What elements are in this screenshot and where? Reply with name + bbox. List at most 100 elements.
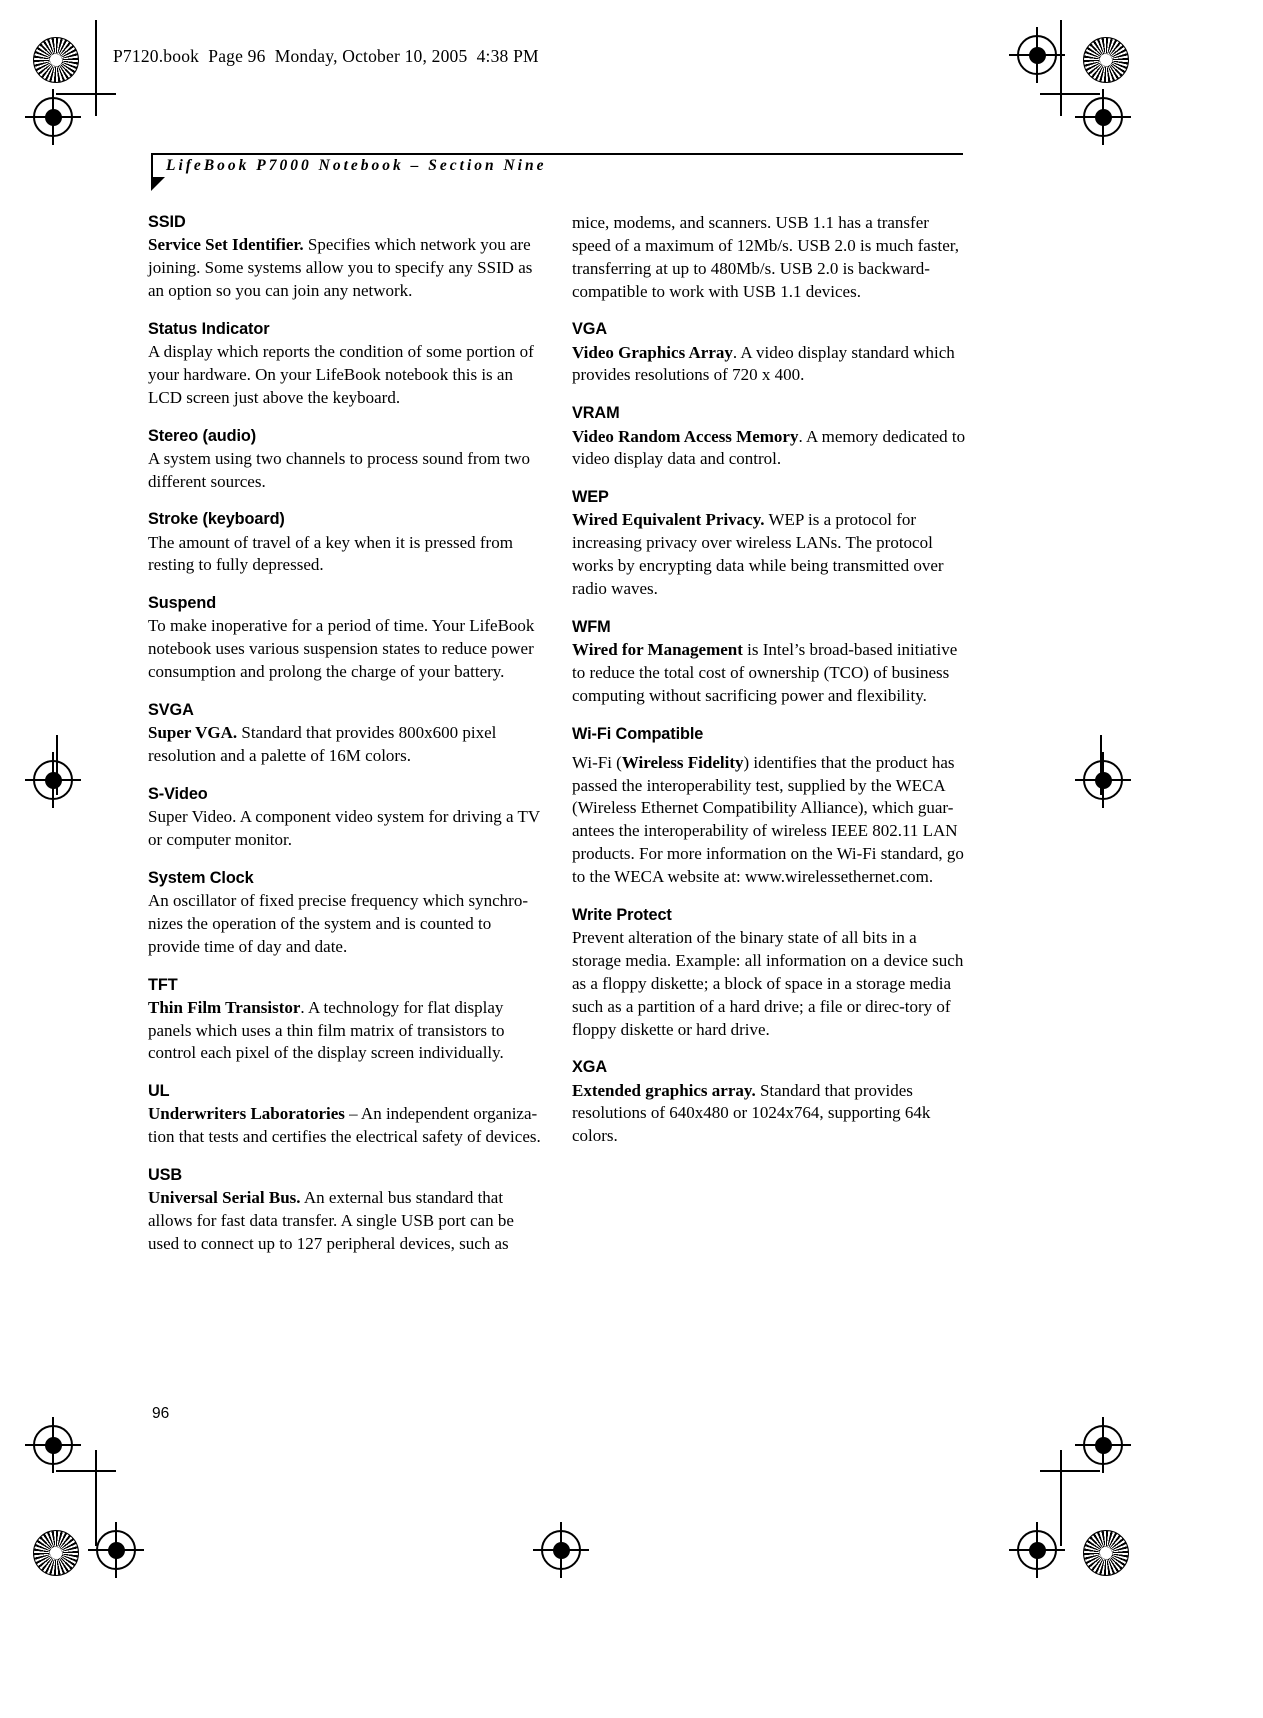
glossary-entry: TFT Thin Film Transistor. A technology fo… xyxy=(148,975,542,1066)
glossary-definition: Prevent alteration of the binary state o… xyxy=(572,928,964,1039)
glossary-definition-lead: Wired Equivalent Privacy. xyxy=(572,510,765,530)
registration-target-right-upper xyxy=(1075,89,1131,145)
glossary-column-left: SSID Service Set Identifier. Specifies wh… xyxy=(148,212,542,1256)
running-head-flag-icon xyxy=(151,177,165,191)
glossary-definition: Wired for Management is Intel’s broad-ba… xyxy=(572,640,958,705)
page-number: 96 xyxy=(152,1405,170,1422)
crop-mark-left-horizontal-top xyxy=(56,93,116,95)
glossary-term: System Clock xyxy=(148,868,254,887)
glossary-term: SVGA xyxy=(148,701,194,720)
registration-target-right-middle xyxy=(1075,752,1131,808)
glossary-definition: Video Random Access Memory. A memory ded… xyxy=(572,426,966,469)
star-burst-mark-bottom-right xyxy=(1083,1530,1129,1576)
registration-target-right-lower xyxy=(1075,1417,1131,1473)
glossary-term: Stroke (keyboard) xyxy=(148,510,285,529)
crop-mark-right-vertical-bottom xyxy=(1060,1450,1062,1546)
star-burst-mark-top-right xyxy=(1083,37,1129,83)
registration-target-left-upper xyxy=(25,89,81,145)
glossary-entry: Suspend To make inoperative for a period … xyxy=(148,593,542,684)
glossary-entry: VRAM Video Random Access Memory. A memory… xyxy=(572,403,966,471)
glossary-term: WFM xyxy=(572,617,611,636)
glossary-definition: Super Video. A component video system fo… xyxy=(148,807,540,849)
glossary-definition-lead: Universal Serial Bus. xyxy=(148,1188,301,1208)
star-burst-mark-top-left xyxy=(33,37,79,83)
glossary-entry: SVGA Super VGA. Standard that provides 80… xyxy=(148,700,542,768)
registration-target-left-middle xyxy=(25,752,81,808)
registration-target-bottom-left xyxy=(88,1522,144,1578)
glossary-entry: Write Protect Prevent alteration of the b… xyxy=(572,905,966,1041)
glossary-column-right: mice, modems, and scanners. USB 1.1 has … xyxy=(572,212,966,1256)
glossary-definition: To make inoperative for a period of time… xyxy=(148,616,535,682)
crop-mark-right-horizontal-top xyxy=(1040,93,1100,95)
glossary-definition-lead: Video Graphics Array xyxy=(572,342,733,362)
glossary-entry: Stroke (keyboard) The amount of travel of… xyxy=(148,509,542,577)
crop-mark-left-vertical-middle xyxy=(56,735,58,795)
glossary-definition: Thin Film Transistor. A technology for f… xyxy=(148,997,505,1063)
star-burst-mark-bottom-left xyxy=(33,1530,79,1576)
glossary-definition: Wi-Fi (Wireless Fidelity) identifies tha… xyxy=(572,752,964,887)
glossary-definition-lead: Video Random Access Memory xyxy=(572,426,799,446)
crop-mark-left-horizontal-bottom xyxy=(56,1470,116,1472)
glossary-definition-lead: Underwriters Laboratories xyxy=(148,1104,345,1124)
manual-page: P7120.book Page 96 Monday, October 10, 2… xyxy=(0,0,1263,1718)
glossary-definition: A display which reports the condition of… xyxy=(148,341,534,407)
glossary-definition: mice, modems, and scanners. USB 1.1 has … xyxy=(572,213,959,301)
running-head-title: LifeBook P7000 Notebook – Section Nine xyxy=(166,157,547,174)
registration-target-left-lower xyxy=(25,1417,81,1473)
glossary-term: Status Indicator xyxy=(148,319,270,338)
glossary-term: Wi-Fi Compatible xyxy=(572,724,704,743)
glossary-entry: mice, modems, and scanners. USB 1.1 has … xyxy=(572,212,966,303)
crop-mark-left-vertical-bottom xyxy=(95,1450,97,1546)
glossary-definition: Underwriters Laboratories – An independe… xyxy=(148,1104,541,1147)
glossary-definition-lead: Thin Film Transistor xyxy=(148,997,301,1017)
glossary-term: TFT xyxy=(148,975,178,994)
glossary-term: Suspend xyxy=(148,594,217,613)
glossary-entry: Wi-Fi Compatible Wi-Fi (Wireless Fidelity… xyxy=(572,724,966,889)
glossary-entry: Status Indicator A display which reports … xyxy=(148,319,542,410)
glossary-entry: XGA Extended graphics array. Standard tha… xyxy=(572,1057,966,1148)
glossary-definition: Video Graphics Array. A video display st… xyxy=(572,342,955,385)
glossary-definition-lead: Super VGA. xyxy=(148,723,238,743)
glossary-definition: Extended graphics array. Standard that p… xyxy=(572,1080,931,1146)
glossary-term: WEP xyxy=(572,488,609,507)
glossary-term: VGA xyxy=(572,320,607,339)
registration-target-top-center-left xyxy=(1009,27,1065,83)
registration-target-bottom-right xyxy=(1009,1522,1065,1578)
crop-mark-right-vertical-top xyxy=(1060,20,1062,116)
glossary-term: S-Video xyxy=(148,784,208,803)
crop-mark-left-vertical-top xyxy=(95,20,97,116)
glossary-entry: System Clock An oscillator of fixed preci… xyxy=(148,868,542,959)
glossary-term: UL xyxy=(148,1082,170,1101)
glossary-entry: WFM Wired for Management is Intel’s broad… xyxy=(572,617,966,708)
glossary-term: VRAM xyxy=(572,404,620,423)
glossary-definition-lead: Service Set Identifier. xyxy=(148,235,304,255)
registration-target-bottom-center xyxy=(533,1522,589,1578)
glossary-definition: Service Set Identifier. Specifies which … xyxy=(148,235,533,300)
glossary-term: Write Protect xyxy=(572,905,672,924)
glossary-definition: A system using two channels to process s… xyxy=(148,448,530,491)
glossary-definition-lead: Extended graphics array. xyxy=(572,1080,756,1100)
glossary-definition: The amount of travel of a key when it is… xyxy=(148,532,513,575)
running-head-rule xyxy=(151,153,963,155)
crop-mark-right-vertical-middle xyxy=(1100,735,1102,795)
glossary-term: USB xyxy=(148,1166,183,1185)
glossary-entry: VGA Video Graphics Array. A video display… xyxy=(572,319,966,387)
crop-mark-right-horizontal-bottom xyxy=(1040,1470,1100,1472)
glossary-term: Stereo (audio) xyxy=(148,426,257,445)
glossary-entry: WEP Wired Equivalent Privacy. WEP is a pr… xyxy=(572,487,966,601)
glossary-definition: An oscillator of fixed precise frequency… xyxy=(148,890,529,956)
glossary-definition: Super VGA. Standard that provides 800x60… xyxy=(148,723,497,766)
glossary-definition: Universal Serial Bus. An external bus st… xyxy=(148,1188,514,1254)
glossary-entry: SSID Service Set Identifier. Specifies wh… xyxy=(148,212,542,303)
glossary-columns: SSID Service Set Identifier. Specifies wh… xyxy=(148,212,966,1256)
glossary-entry: Stereo (audio) A system using two channel… xyxy=(148,426,542,494)
glossary-entry: USB Universal Serial Bus. An external bus… xyxy=(148,1165,542,1256)
glossary-term: XGA xyxy=(572,1058,607,1077)
glossary-definition-lead: Wired for Management xyxy=(572,640,743,659)
book-file-slug: P7120.book Page 96 Monday, October 10, 2… xyxy=(113,46,539,66)
glossary-definition: Wired Equivalent Privacy. WEP is a proto… xyxy=(572,510,944,598)
glossary-entry: UL Underwriters Laboratories – An indepen… xyxy=(148,1081,542,1149)
glossary-entry: S-Video Super Video. A component video sy… xyxy=(148,784,542,852)
glossary-term: SSID xyxy=(148,213,186,231)
glossary-definition-emphasis: Wireless Fidelity xyxy=(621,752,744,772)
